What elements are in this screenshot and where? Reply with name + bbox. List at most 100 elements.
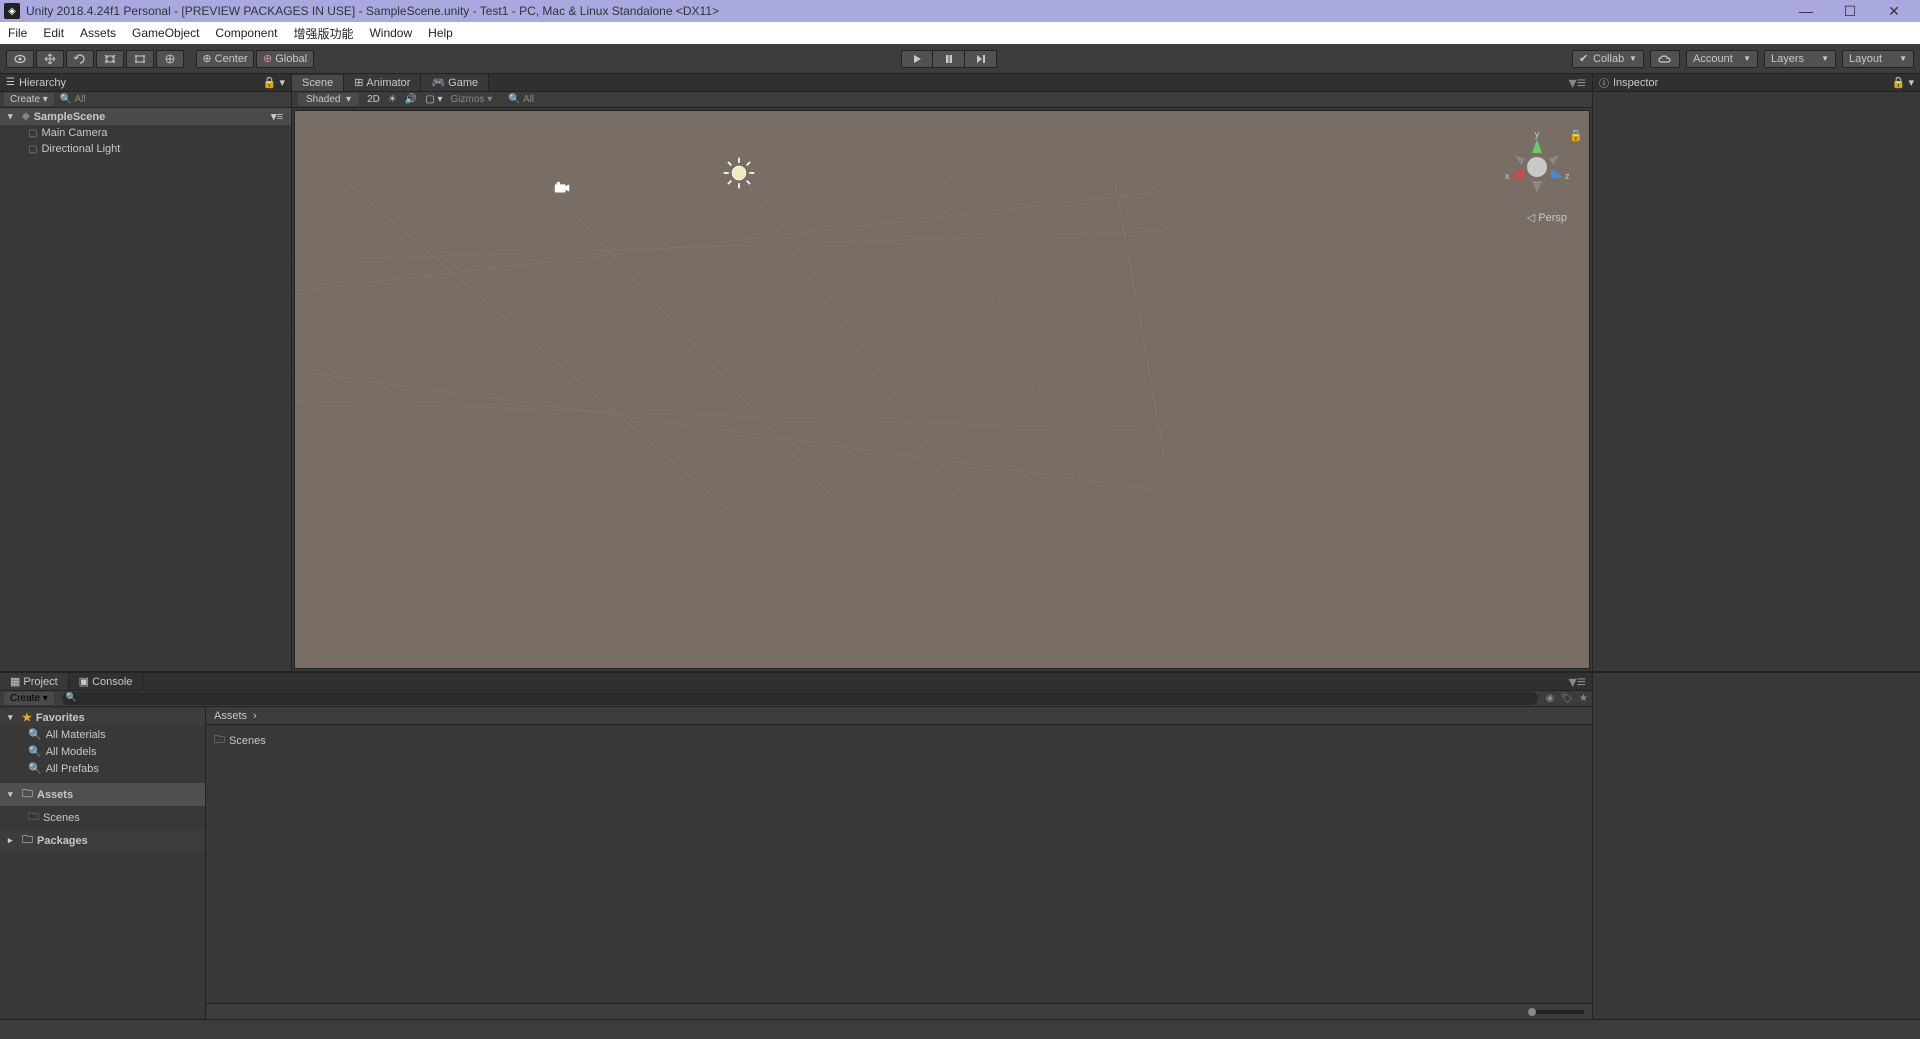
hierarchy-item-camera[interactable]: ▢ Main Camera [0, 125, 291, 141]
menu-gameobject[interactable]: GameObject [132, 26, 199, 40]
transform-tool-button[interactable] [156, 50, 184, 68]
scale-tool-button[interactable] [96, 50, 124, 68]
2d-toggle-button[interactable]: 2D [367, 94, 380, 105]
project-create-button[interactable]: Create ▾ [4, 692, 54, 705]
close-button[interactable]: ✕ [1882, 3, 1906, 20]
gameobject-icon: ▢ [28, 144, 37, 155]
fav-all-materials[interactable]: 🔍All Materials [0, 726, 205, 743]
shading-mode-button[interactable]: Shaded ▾ [298, 93, 359, 106]
slider-thumb[interactable] [1528, 1008, 1536, 1016]
project-body: ▾ ★ Favorites 🔍All Materials 🔍All Models… [0, 707, 1592, 1019]
scene-view[interactable]: y x z 🔒 ◁ Persp [294, 110, 1590, 669]
tab-game[interactable]: 🎮Game [421, 74, 489, 91]
folder-icon: 🗀 [214, 731, 225, 750]
window-controls: — ☐ ✕ [1794, 3, 1906, 20]
asset-scenes-folder[interactable]: 🗀 Scenes [214, 729, 1584, 752]
step-button[interactable] [965, 50, 997, 68]
move-tool-button[interactable] [36, 50, 64, 68]
scene-gizmos-button[interactable]: Gizmos ▾ [451, 94, 493, 105]
maximize-button[interactable]: ☐ [1838, 3, 1862, 20]
hierarchy-header[interactable]: ☰ Hierarchy 🔒 ▾ [0, 74, 291, 92]
tab-console[interactable]: ▣Console [69, 673, 144, 690]
favorite-star-icon[interactable]: ★ [1579, 693, 1588, 704]
layout-button[interactable]: Layout▼ [1842, 50, 1914, 68]
orientation-gizmo[interactable]: y x z [1497, 129, 1577, 199]
camera-gizmo-icon[interactable] [553, 181, 571, 195]
inspector-options[interactable]: 🔒 ▾ [1892, 76, 1914, 89]
project-breadcrumb: Assets › [206, 707, 1592, 725]
breadcrumb-separator-icon: › [253, 710, 257, 722]
audio-toggle-button[interactable]: 🔊 [405, 94, 417, 105]
hierarchy-search[interactable]: 🔍 All [60, 94, 287, 105]
minimize-button[interactable]: — [1794, 3, 1818, 20]
tab-scene[interactable]: Scene [292, 75, 344, 91]
collab-button[interactable]: ✔ Collab▼ [1572, 50, 1644, 68]
window-titlebar: ◈ Unity 2018.4.24f1 Personal - [PREVIEW … [0, 0, 1920, 22]
thumbnail-size-slider[interactable] [1528, 1010, 1584, 1014]
projection-label[interactable]: ◁ Persp [1527, 211, 1567, 224]
asset-list[interactable]: 🗀 Scenes [206, 725, 1592, 1003]
svg-text:y: y [1535, 129, 1540, 139]
inspector-header[interactable]: ⓘ Inspector 🔒 ▾ [1593, 74, 1920, 92]
hierarchy-options[interactable]: 🔒 ▾ [263, 76, 285, 89]
fav-all-prefabs[interactable]: 🔍All Prefabs [0, 760, 205, 777]
layers-button[interactable]: Layers▼ [1764, 50, 1836, 68]
packages-folder[interactable]: ▸ 🗀 Packages [0, 829, 205, 852]
scenes-folder[interactable]: 🗀Scenes [0, 806, 205, 829]
assets-folder[interactable]: ▾ 🗀 Assets [0, 783, 205, 806]
hand-tool-button[interactable] [6, 50, 34, 68]
project-search[interactable] [62, 692, 1538, 705]
game-icon: 🎮 [431, 76, 445, 89]
filter-type-icon[interactable]: ◉ [1546, 693, 1555, 704]
menu-edit[interactable]: Edit [43, 26, 64, 40]
menubar: File Edit Assets GameObject Component 增强… [0, 22, 1920, 44]
filter-label-icon[interactable]: 🏷 [1560, 693, 1573, 704]
pause-button[interactable] [933, 50, 965, 68]
folder-icon: 🗀 [22, 785, 33, 804]
status-bar [0, 1019, 1920, 1039]
project-toolbar: Create ▾ ◉ 🏷 ★ [0, 691, 1592, 707]
scene-tabs: Scene ⊞Animator 🎮Game ▾≡ [292, 74, 1592, 92]
tab-project[interactable]: ▦Project [0, 673, 69, 690]
hierarchy-create-button[interactable]: Create ▾ [4, 93, 54, 106]
cloud-button[interactable] [1650, 50, 1680, 68]
breadcrumb-assets[interactable]: Assets [214, 710, 247, 722]
fav-all-models[interactable]: 🔍All Models [0, 743, 205, 760]
play-button[interactable] [901, 50, 933, 68]
directional-light-gizmo-icon[interactable] [722, 156, 756, 190]
inspector-title: Inspector [1613, 77, 1658, 89]
window-title: Unity 2018.4.24f1 Personal - [PREVIEW PA… [26, 4, 1794, 18]
search-icon: 🔍 [28, 745, 42, 758]
project-tab-options[interactable]: ▾≡ [1569, 672, 1586, 692]
fx-toggle-button[interactable]: ▢ ▾ [425, 94, 442, 105]
tab-options-icon[interactable]: ▾≡ [1569, 73, 1586, 93]
rect-tool-button[interactable] [126, 50, 154, 68]
hierarchy-item-light[interactable]: ▢ Directional Light [0, 141, 291, 157]
rotate-tool-button[interactable] [66, 50, 94, 68]
handle-button[interactable]: ⊕ Global [256, 50, 314, 68]
hierarchy-scene-item[interactable]: ▾ ◈ SampleScene ▾≡ [0, 108, 291, 125]
menu-enhanced[interactable]: 增强版功能 [293, 25, 353, 42]
menu-assets[interactable]: Assets [80, 26, 116, 40]
folder-icon: 🗀 [28, 808, 39, 827]
bottom-area: ▦Project ▣Console ▾≡ Create ▾ ◉ 🏷 ★ ▾ ★ … [0, 671, 1920, 1019]
favorites-header[interactable]: ▾ ★ Favorites [0, 709, 205, 726]
tab-animator[interactable]: ⊞Animator [344, 74, 421, 91]
menu-help[interactable]: Help [428, 26, 453, 40]
gizmo-lock-icon[interactable]: 🔒 [1569, 129, 1583, 142]
bottom-inspector-spacer [1592, 673, 1920, 1019]
menu-component[interactable]: Component [215, 26, 277, 40]
lighting-toggle-button[interactable]: ☀ [388, 94, 397, 105]
search-icon: 🔍 [28, 762, 42, 775]
scene-search[interactable]: 🔍 All [508, 94, 1586, 105]
scene-options-icon[interactable]: ▾≡ [271, 110, 283, 123]
menu-file[interactable]: File [8, 26, 27, 40]
scene-grid [295, 111, 1589, 668]
hierarchy-subbar: Create ▾ 🔍 All [0, 92, 291, 108]
menu-window[interactable]: Window [369, 26, 412, 40]
main-toolbar: ⊕ Center ⊕ Global ✔ Collab▼ Account▼ Lay… [0, 44, 1920, 74]
center-area: Scene ⊞Animator 🎮Game ▾≡ Shaded ▾ 2D ☀ 🔊… [292, 74, 1592, 671]
pivot-button[interactable]: ⊕ Center [196, 50, 254, 68]
account-button[interactable]: Account▼ [1686, 50, 1758, 68]
main-area: ☰ Hierarchy 🔒 ▾ Create ▾ 🔍 All ▾ ◈ Sampl… [0, 74, 1920, 671]
